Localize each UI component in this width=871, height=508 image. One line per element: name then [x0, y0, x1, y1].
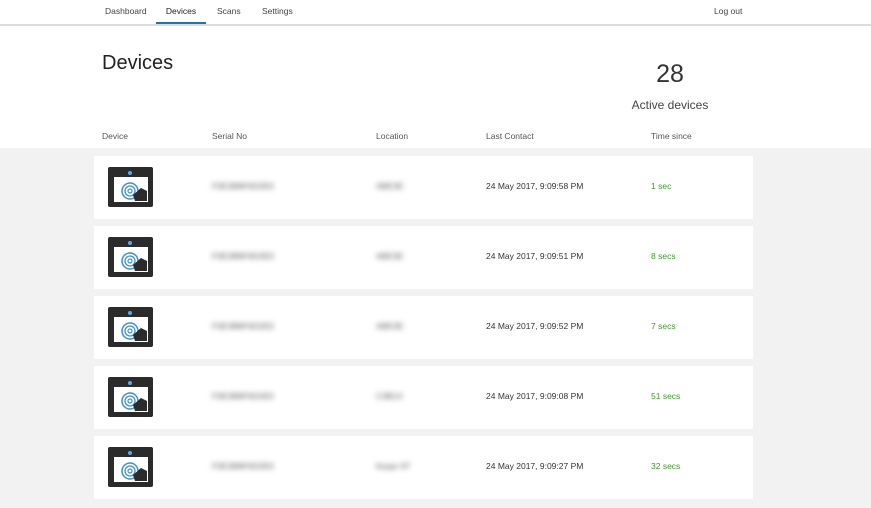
- device-row[interactable]: F0E3B8F6D2E0 C3B1X 24 May 2017, 9:09:08 …: [94, 366, 753, 429]
- fingerprint-scanner-icon: [108, 447, 153, 487]
- device-row[interactable]: F0E3B8F6D2E0 ABE3E 24 May 2017, 9:09:52 …: [94, 296, 753, 359]
- location-cell: ABE3E: [376, 181, 404, 191]
- fingerprint-scanner-icon: [108, 237, 153, 277]
- location-cell: ABE3E: [376, 321, 404, 331]
- active-devices-count: 28: [656, 60, 684, 88]
- location-cell: ABE3E: [376, 251, 404, 261]
- top-navbar: Dashboard Devices Scans Settings Log out: [0, 0, 871, 26]
- time-since-cell: 1 sec: [651, 181, 672, 191]
- location-cell: Kazpr 6T: [376, 461, 411, 471]
- fingerprint-scanner-icon: [108, 377, 153, 417]
- time-since-cell: 32 secs: [651, 461, 681, 471]
- time-since-cell: 7 secs: [651, 321, 676, 331]
- time-since-cell: 8 secs: [651, 251, 676, 261]
- page-title: Devices: [102, 52, 174, 74]
- active-devices-label: Active devices: [631, 98, 709, 112]
- device-row[interactable]: F0E3B8F6D2E0 ABE3E 24 May 2017, 9:09:58 …: [94, 156, 753, 219]
- page-header: Devices 28 Active devices Device Serial …: [0, 26, 871, 148]
- column-header-device: Device: [102, 131, 128, 141]
- last-contact-cell: 24 May 2017, 9:09:51 PM: [486, 251, 584, 261]
- logout-link[interactable]: Log out: [714, 0, 742, 24]
- last-contact-cell: 24 May 2017, 9:09:52 PM: [486, 321, 584, 331]
- nav-dashboard[interactable]: Dashboard: [105, 0, 147, 24]
- nav-scans[interactable]: Scans: [217, 0, 241, 24]
- column-header-last-contact: Last Contact: [486, 131, 534, 141]
- device-row[interactable]: F0E3B8F6D2E0 ABE3E 24 May 2017, 9:09:51 …: [94, 226, 753, 289]
- nav-devices[interactable]: Devices: [156, 0, 206, 24]
- last-contact-cell: 24 May 2017, 9:09:58 PM: [486, 181, 584, 191]
- time-since-cell: 51 secs: [651, 391, 681, 401]
- column-header-time-since: Time since: [651, 131, 692, 141]
- location-cell: C3B1X: [376, 391, 403, 401]
- serial-cell: F0E3B8F6D2E0: [212, 181, 274, 191]
- nav-settings[interactable]: Settings: [262, 0, 293, 24]
- last-contact-cell: 24 May 2017, 9:09:08 PM: [486, 391, 584, 401]
- serial-cell: F0E3B8F6D2E0: [212, 321, 274, 331]
- last-contact-cell: 24 May 2017, 9:09:27 PM: [486, 461, 584, 471]
- serial-cell: F0E3B8F6D2E0: [212, 251, 274, 261]
- serial-cell: F0E3B8F6D2E0: [212, 461, 274, 471]
- serial-cell: F0E3B8F6D2E0: [212, 391, 274, 401]
- device-row[interactable]: F0E3B8F6D2E0 Kazpr 6T 24 May 2017, 9:09:…: [94, 436, 753, 499]
- fingerprint-scanner-icon: [108, 167, 153, 207]
- column-header-location: Location: [376, 131, 409, 141]
- device-list: F0E3B8F6D2E0 ABE3E 24 May 2017, 9:09:58 …: [94, 156, 753, 506]
- column-header-serial: Serial No: [212, 131, 247, 141]
- fingerprint-scanner-icon: [108, 307, 153, 347]
